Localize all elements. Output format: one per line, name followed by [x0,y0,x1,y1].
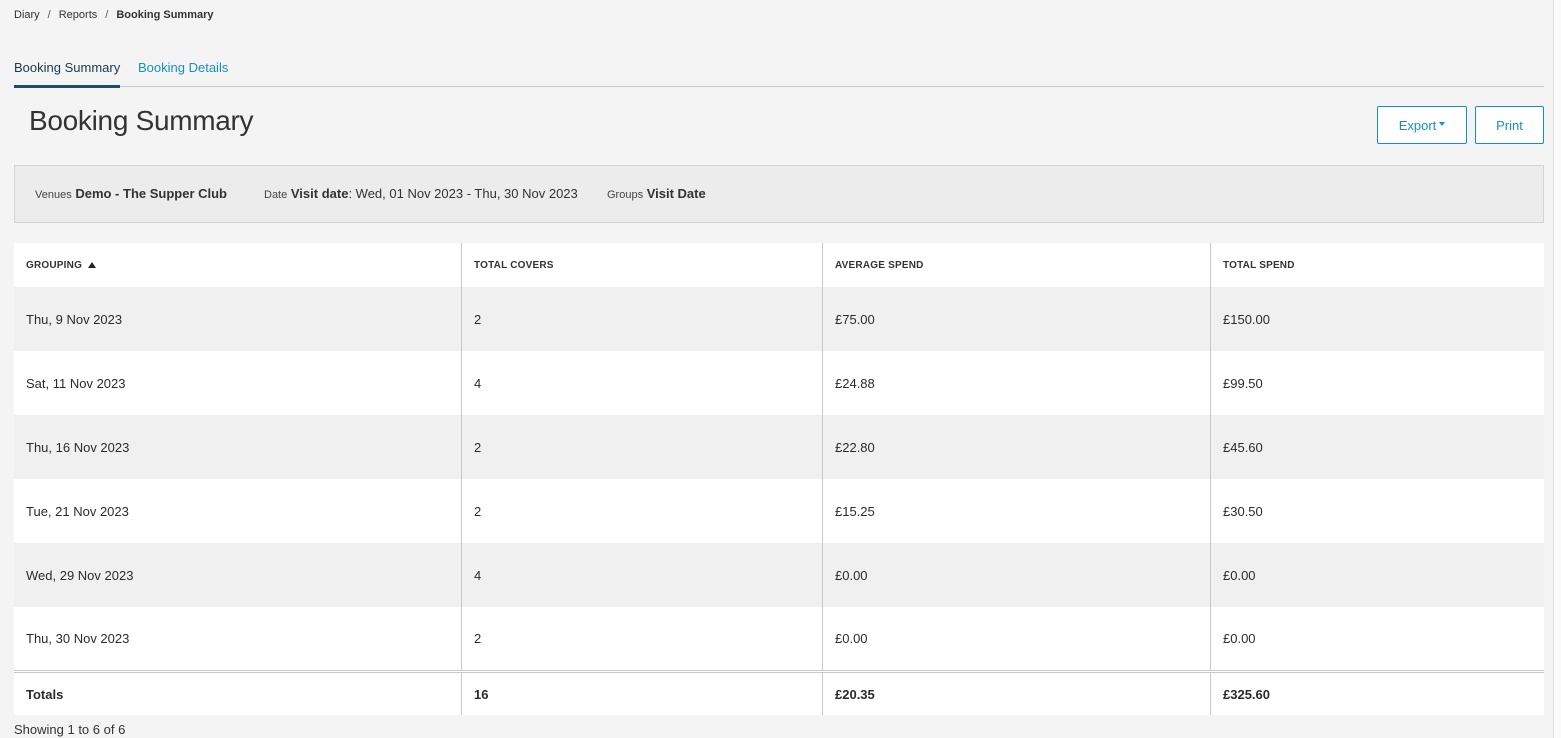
cell-total-covers: 2 [461,479,822,543]
export-button-label: Export [1398,117,1437,133]
filter-date-value: : Wed, 01 Nov 2023 - Thu, 30 Nov 2023 [348,186,578,201]
pagination-info: Showing 1 to 6 of 6 [14,722,126,737]
cell-total-spend: £45.60 [1210,415,1544,479]
cell-average-spend: £22.80 [822,415,1210,479]
cell-total-spend: £150.00 [1210,287,1544,351]
filter-venues-label: Venues [35,189,72,201]
filter-venues: Venues Demo - The Supper Club [35,186,227,201]
cell-total-spend: £0.00 [1210,543,1544,607]
totals-covers: 16 [461,673,822,715]
filter-groups: Groups Visit Date [607,186,706,201]
column-header-total-covers[interactable]: TOTAL COVERS [461,243,822,287]
table-row: Thu, 30 Nov 2023 2 £0.00 £0.00 [14,607,1544,670]
report-page: Diary / Reports / Booking Summary Booking Su… [14,0,1544,738]
cell-average-spend: £75.00 [822,287,1210,351]
page-title: Booking Summary [29,105,254,136]
cell-grouping: Thu, 9 Nov 2023 [26,311,123,327]
breadcrumb-separator: / [105,9,109,21]
column-header-label: TOTAL SPEND [1223,259,1295,271]
table-row: Wed, 29 Nov 2023 4 £0.00 £0.00 [14,543,1544,607]
page-scrollbar[interactable] [1553,0,1561,738]
cell-total-covers: 2 [461,607,822,670]
totals-label: Totals [26,686,64,702]
breadcrumb-current: Booking Summary [116,9,214,21]
breadcrumb-reports[interactable]: Reports [59,9,98,21]
booking-summary-table: GROUPING TOTAL COVERS AVERAGE SPEND TOTA… [14,243,1544,715]
filter-date-key: Visit date [290,186,349,201]
filter-groups-value: Visit Date [646,186,706,201]
cell-average-spend: £0.00 [822,543,1210,607]
tab-booking-details[interactable]: Booking Details [138,60,228,85]
cell-grouping: Tue, 21 Nov 2023 [26,503,129,519]
cell-average-spend: £24.88 [822,351,1210,415]
cell-total-spend: £99.50 [1210,351,1544,415]
breadcrumb: Diary / Reports / Booking Summary [14,9,214,21]
breadcrumb-diary[interactable]: Diary [14,9,40,21]
print-button-label: Print [1496,117,1523,133]
column-header-average-spend[interactable]: AVERAGE SPEND [822,243,1210,287]
cell-total-spend: £0.00 [1210,607,1544,670]
column-header-label: AVERAGE SPEND [835,259,924,271]
column-header-total-spend[interactable]: TOTAL SPEND [1210,243,1544,287]
print-button[interactable]: Print [1475,106,1544,144]
filter-venues-value: Demo - The Supper Club [75,186,227,201]
cell-grouping: Thu, 16 Nov 2023 [26,439,130,455]
filter-date: Date Visit date: Wed, 01 Nov 2023 - Thu,… [264,186,578,201]
cell-grouping: Wed, 29 Nov 2023 [26,567,134,583]
tab-booking-summary[interactable]: Booking Summary [14,60,121,88]
table-row: Tue, 21 Nov 2023 2 £15.25 £30.50 [14,479,1544,543]
filter-date-label: Date [264,189,288,201]
cell-average-spend: £0.00 [822,607,1210,670]
export-button[interactable]: Export [1377,106,1467,144]
table-row: Thu, 9 Nov 2023 2 £75.00 £150.00 [14,287,1544,351]
cell-total-covers: 2 [461,415,822,479]
filter-summary-bar: Venues Demo - The Supper Club Date Visit… [14,165,1544,223]
column-header-grouping[interactable]: GROUPING [14,243,461,287]
totals-total-spend: £325.60 [1210,673,1544,715]
report-tabs: Booking Summary Booking Details [14,50,1544,88]
cell-grouping: Sat, 11 Nov 2023 [26,375,126,391]
totals-average-spend: £20.35 [822,673,1210,715]
breadcrumb-separator: / [47,9,51,21]
column-header-label: GROUPING [26,259,83,271]
cell-total-covers: 4 [461,543,822,607]
cell-average-spend: £15.25 [822,479,1210,543]
table-totals-row: Totals 16 £20.35 £325.60 [14,670,1544,715]
caret-down-icon [1439,122,1446,126]
cell-total-covers: 2 [461,287,822,351]
table-header-row: GROUPING TOTAL COVERS AVERAGE SPEND TOTA… [14,243,1544,287]
sort-ascending-icon [88,262,97,268]
cell-total-covers: 4 [461,351,822,415]
column-header-label: TOTAL COVERS [474,259,554,271]
table-row: Sat, 11 Nov 2023 4 £24.88 £99.50 [14,351,1544,415]
cell-grouping: Thu, 30 Nov 2023 [26,631,130,646]
table-row: Thu, 16 Nov 2023 2 £22.80 £45.60 [14,415,1544,479]
filter-groups-label: Groups [607,189,644,201]
cell-total-spend: £30.50 [1210,479,1544,543]
